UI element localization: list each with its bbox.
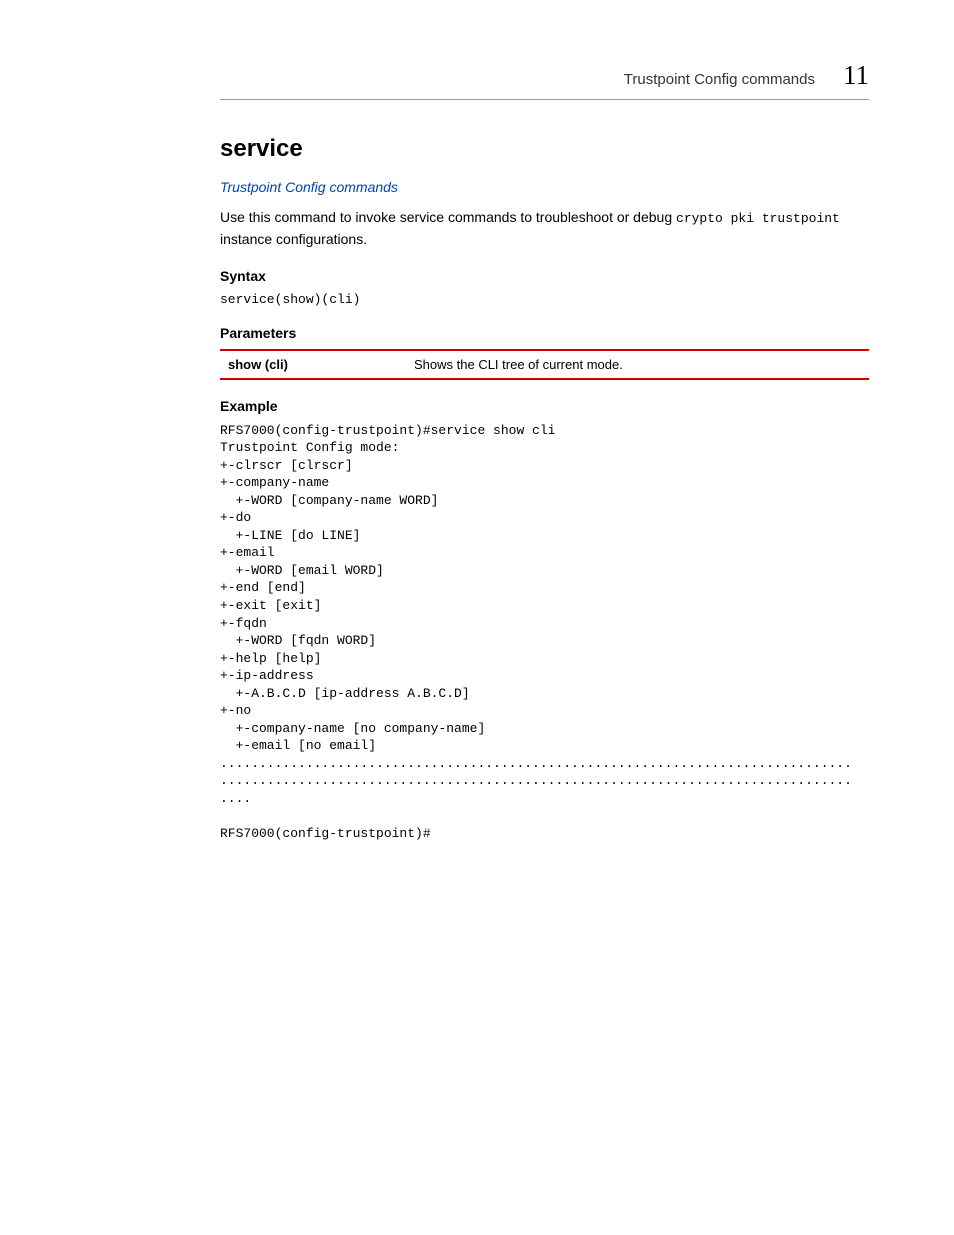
chapter-number: 11 bbox=[843, 60, 869, 91]
syntax-text: service(show)(cli) bbox=[220, 292, 869, 307]
intro-text-after: instance configurations. bbox=[220, 231, 367, 247]
intro-code: crypto pki trustpoint bbox=[676, 211, 840, 226]
header-section-title: Trustpoint Config commands bbox=[624, 71, 815, 88]
parameters-heading: Parameters bbox=[220, 325, 869, 341]
command-title: service bbox=[220, 135, 869, 163]
example-heading: Example bbox=[220, 398, 869, 414]
intro-text-before: Use this command to invoke service comma… bbox=[220, 209, 676, 225]
table-row: show (cli) Shows the CLI tree of current… bbox=[220, 350, 869, 379]
example-code: RFS7000(config-trustpoint)#service show … bbox=[220, 422, 869, 843]
page-content: Trustpoint Config commands 11 service Tr… bbox=[0, 0, 954, 843]
parameters-table: show (cli) Shows the CLI tree of current… bbox=[220, 349, 869, 380]
breadcrumb-link[interactable]: Trustpoint Config commands bbox=[220, 179, 869, 195]
intro-paragraph: Use this command to invoke service comma… bbox=[220, 207, 869, 250]
page-header: Trustpoint Config commands 11 bbox=[220, 60, 869, 100]
syntax-heading: Syntax bbox=[220, 268, 869, 284]
param-desc: Shows the CLI tree of current mode. bbox=[406, 350, 869, 379]
param-name: show (cli) bbox=[220, 350, 406, 379]
